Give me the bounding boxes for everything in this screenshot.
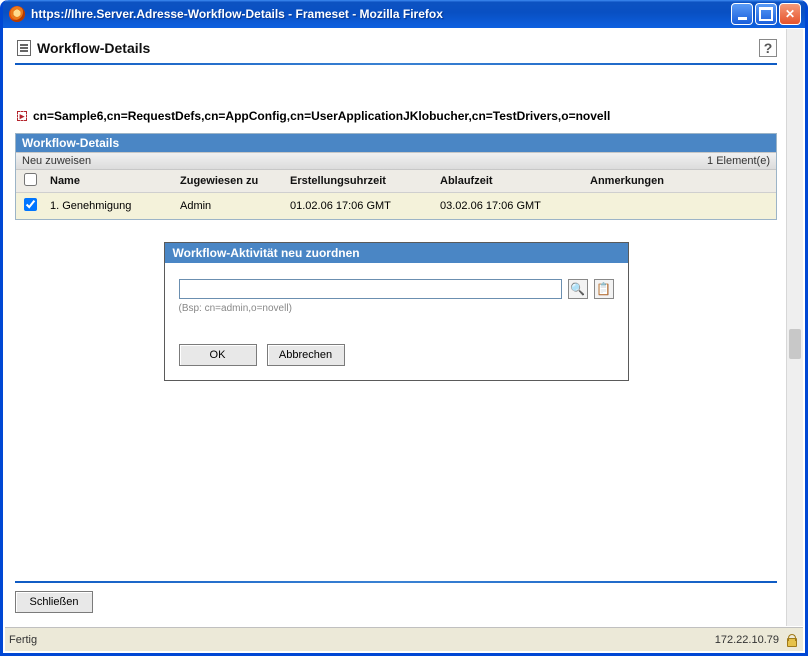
table-row[interactable]: 1. Genehmigung Admin 01.02.06 17:06 GMT …: [16, 193, 776, 220]
page-header: Workflow-Details ?: [15, 35, 777, 63]
close-button[interactable]: Schließen: [15, 591, 93, 613]
dn-text: cn=Sample6,cn=RequestDefs,cn=AppConfig,c…: [33, 109, 610, 123]
cell-name: 1. Genehmigung: [42, 193, 172, 220]
col-created: Erstellungsuhrzeit: [282, 170, 432, 193]
status-left: Fertig: [9, 634, 37, 646]
lock-icon: [785, 634, 797, 646]
col-assigned-to: Zugewiesen zu: [172, 170, 282, 193]
reassign-dialog: Workflow-Aktivität neu zuordnen 🔍 📋 (Bsp…: [164, 242, 629, 381]
panel-toolbar: Neu zuweisen 1 Element(e): [16, 152, 776, 170]
page-title: Workflow-Details: [37, 40, 150, 56]
history-icon[interactable]: 📋: [594, 279, 614, 299]
titlebar: https://Ihre.Server.Adresse-Workflow-Det…: [3, 0, 805, 28]
marker-icon: ▸: [17, 111, 27, 121]
select-all-checkbox[interactable]: [24, 173, 37, 186]
dialog-title: Workflow-Aktivität neu zuordnen: [165, 243, 628, 263]
document-icon: [17, 40, 31, 56]
vertical-scrollbar[interactable]: [786, 29, 803, 626]
scrollbar-thumb[interactable]: [789, 329, 801, 359]
row-checkbox[interactable]: [24, 198, 37, 211]
maximize-button[interactable]: [755, 3, 777, 25]
cell-assigned-to: Admin: [172, 193, 282, 220]
ok-button[interactable]: OK: [179, 344, 257, 366]
dn-breadcrumb: ▸ cn=Sample6,cn=RequestDefs,cn=AppConfig…: [15, 105, 777, 133]
cell-comments: [582, 193, 776, 220]
close-window-button[interactable]: [779, 3, 801, 25]
cancel-button[interactable]: Abbrechen: [267, 344, 345, 366]
minimize-button[interactable]: [731, 3, 753, 25]
reassign-action[interactable]: Neu zuweisen: [22, 155, 91, 167]
cell-expires: 03.02.06 17:06 GMT: [432, 193, 582, 220]
workflow-details-panel: Workflow-Details Neu zuweisen 1 Element(…: [15, 133, 777, 220]
client-area: Workflow-Details ? ▸ cn=Sample6,cn=Reque…: [5, 29, 803, 651]
status-host: 172.22.10.79: [715, 634, 779, 646]
statusbar: Fertig 172.22.10.79: [5, 627, 803, 651]
cell-created: 01.02.06 17:06 GMT: [282, 193, 432, 220]
window-controls: [731, 3, 801, 25]
divider: [15, 63, 777, 65]
page-content: Workflow-Details ? ▸ cn=Sample6,cn=Reque…: [5, 29, 785, 626]
col-name: Name: [42, 170, 172, 193]
search-icon[interactable]: 🔍: [568, 279, 588, 299]
col-checkbox: [16, 170, 42, 193]
input-hint: (Bsp: cn=admin,o=novell): [179, 303, 614, 314]
window-title: https://Ihre.Server.Adresse-Workflow-Det…: [31, 7, 731, 21]
browser-window: https://Ihre.Server.Adresse-Workflow-Det…: [0, 0, 808, 656]
assignee-input[interactable]: [179, 279, 562, 299]
col-comments: Anmerkungen: [582, 170, 776, 193]
element-count: 1 Element(e): [707, 155, 770, 167]
divider: [15, 581, 777, 583]
col-expires: Ablaufzeit: [432, 170, 582, 193]
firefox-icon: [9, 6, 25, 22]
workflow-table: Name Zugewiesen zu Erstellungsuhrzeit Ab…: [16, 170, 776, 219]
help-button[interactable]: ?: [759, 39, 777, 57]
panel-title: Workflow-Details: [16, 134, 776, 152]
